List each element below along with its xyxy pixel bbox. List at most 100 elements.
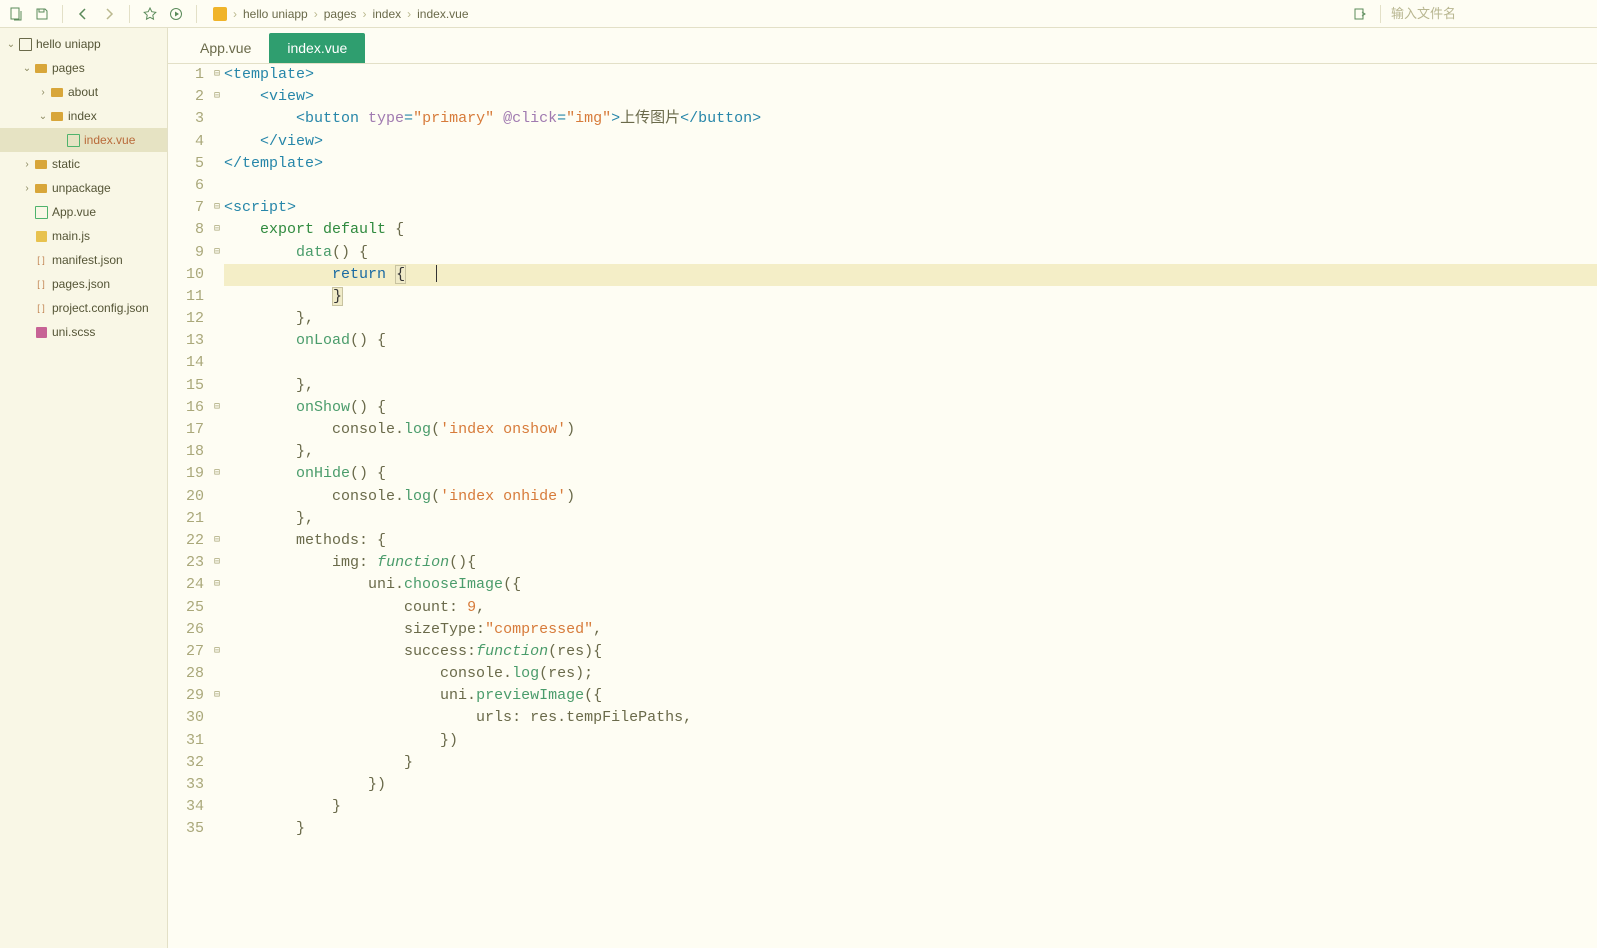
code-line[interactable]: }, [224, 441, 1597, 463]
code-line[interactable]: <button type="primary" @click="img">上传图片… [224, 108, 1597, 130]
breadcrumb-item[interactable]: hello uniapp [243, 7, 308, 21]
breadcrumb-item[interactable]: index [372, 7, 401, 21]
fold-toggle-icon[interactable]: ⊟ [210, 219, 224, 241]
code-line[interactable] [224, 352, 1597, 374]
fold-toggle-icon[interactable]: ⊟ [210, 641, 224, 663]
fold-toggle-icon[interactable]: ⊟ [210, 574, 224, 596]
code-line[interactable]: } [224, 796, 1597, 818]
code-line[interactable]: <template> [224, 64, 1597, 86]
code-line[interactable]: }, [224, 508, 1597, 530]
code-line[interactable]: onShow() { [224, 397, 1597, 419]
code-line[interactable]: uni.chooseImage({ [224, 574, 1597, 596]
code-line[interactable]: }, [224, 375, 1597, 397]
tree-item-hello-uniapp[interactable]: ⌄hello uniapp [0, 32, 167, 56]
code-line[interactable]: console.log(res); [224, 663, 1597, 685]
code-line[interactable]: count: 9, [224, 597, 1597, 619]
code-line[interactable]: img: function(){ [224, 552, 1597, 574]
tree-item-main-js[interactable]: main.js [0, 224, 167, 248]
chevron-right-icon[interactable]: › [20, 157, 34, 171]
fold-toggle-icon[interactable]: ⊟ [210, 197, 224, 219]
tree-item-static[interactable]: ›static [0, 152, 167, 176]
code-editor[interactable]: 1234567891011121314151617181920212223242… [168, 64, 1597, 948]
fold-placeholder [210, 752, 224, 774]
fold-toggle-icon[interactable]: ⊟ [210, 685, 224, 707]
fold-toggle-icon[interactable]: ⊟ [210, 530, 224, 552]
chevron-down-icon[interactable]: ⌄ [36, 109, 50, 123]
tree-item-manifest-json[interactable]: manifest.json [0, 248, 167, 272]
star-icon[interactable] [140, 4, 160, 24]
tree-item-index-vue[interactable]: index.vue [0, 128, 167, 152]
preview-icon[interactable] [1350, 4, 1370, 24]
caret-placeholder [20, 205, 34, 219]
code-line[interactable]: console.log('index onhide') [224, 486, 1597, 508]
chevron-right-icon[interactable]: › [36, 85, 50, 99]
breadcrumb-item[interactable]: index.vue [417, 7, 468, 21]
file-search-input[interactable] [1391, 6, 1591, 21]
fold-placeholder [210, 264, 224, 286]
fold-placeholder [210, 486, 224, 508]
chevron-down-icon[interactable]: ⌄ [20, 61, 34, 75]
run-icon[interactable] [166, 4, 186, 24]
code-line[interactable]: data() { [224, 242, 1597, 264]
code-line[interactable]: onLoad() { [224, 330, 1597, 352]
code-line[interactable]: export default { [224, 219, 1597, 241]
fold-placeholder [210, 730, 224, 752]
fold-gutter[interactable]: ⊟⊟⊟⊟⊟⊟⊟⊟⊟⊟⊟⊟ [210, 64, 224, 948]
fold-placeholder [210, 774, 224, 796]
caret-placeholder [20, 325, 34, 339]
fold-toggle-icon[interactable]: ⊟ [210, 86, 224, 108]
tree-item-index[interactable]: ⌄index [0, 104, 167, 128]
fold-placeholder [210, 619, 224, 641]
tree-item-project-config-json[interactable]: project.config.json [0, 296, 167, 320]
chevron-down-icon[interactable]: ⌄ [4, 37, 18, 51]
code-line[interactable]: }) [224, 774, 1597, 796]
code-line[interactable] [224, 175, 1597, 197]
code-line[interactable]: <script> [224, 197, 1597, 219]
code-line[interactable]: <view> [224, 86, 1597, 108]
breadcrumb-item[interactable]: pages [324, 7, 357, 21]
line-number: 7 [168, 197, 206, 219]
fold-toggle-icon[interactable]: ⊟ [210, 64, 224, 86]
toolbar: › hello uniapp › pages › index › index.v… [0, 0, 1597, 28]
tab-App-vue[interactable]: App.vue [182, 33, 269, 63]
tree-item-about[interactable]: ›about [0, 80, 167, 104]
fold-toggle-icon[interactable]: ⊟ [210, 463, 224, 485]
code-line[interactable]: sizeType:"compressed", [224, 619, 1597, 641]
chevron-right-icon[interactable]: › [20, 181, 34, 195]
tree-item-pages[interactable]: ⌄pages [0, 56, 167, 80]
line-number: 22 [168, 530, 206, 552]
tree-item-unpackage[interactable]: ›unpackage [0, 176, 167, 200]
code-line[interactable]: return { [224, 264, 1597, 286]
code-line[interactable]: } [224, 752, 1597, 774]
code-line[interactable]: }) [224, 730, 1597, 752]
fold-placeholder [210, 441, 224, 463]
code-line[interactable]: methods: { [224, 530, 1597, 552]
tree-item-uni-scss[interactable]: uni.scss [0, 320, 167, 344]
code-content[interactable]: <template> <view> <button type="primary"… [224, 64, 1597, 948]
fold-toggle-icon[interactable]: ⊟ [210, 242, 224, 264]
vue-icon [66, 133, 80, 147]
file-explorer[interactable]: ⌄hello uniapp⌄pages›about⌄indexindex.vue… [0, 28, 168, 948]
code-line[interactable]: success:function(res){ [224, 641, 1597, 663]
nav-back-icon[interactable] [73, 4, 93, 24]
fold-placeholder [210, 131, 224, 153]
fold-toggle-icon[interactable]: ⊟ [210, 552, 224, 574]
tree-item-App-vue[interactable]: App.vue [0, 200, 167, 224]
code-line[interactable]: } [224, 286, 1597, 308]
new-file-icon[interactable] [6, 4, 26, 24]
tab-index-vue[interactable]: index.vue [269, 33, 365, 63]
tree-item-pages-json[interactable]: pages.json [0, 272, 167, 296]
fold-toggle-icon[interactable]: ⊟ [210, 397, 224, 419]
breadcrumb: › hello uniapp › pages › index › index.v… [213, 7, 469, 21]
code-line[interactable]: </template> [224, 153, 1597, 175]
save-icon[interactable] [32, 4, 52, 24]
code-line[interactable]: uni.previewImage({ [224, 685, 1597, 707]
line-number: 1 [168, 64, 206, 86]
code-line[interactable]: } [224, 818, 1597, 840]
code-line[interactable]: console.log('index onshow') [224, 419, 1597, 441]
code-line[interactable]: </view> [224, 131, 1597, 153]
code-line[interactable]: onHide() { [224, 463, 1597, 485]
code-line[interactable]: urls: res.tempFilePaths, [224, 707, 1597, 729]
code-line[interactable]: }, [224, 308, 1597, 330]
line-number: 5 [168, 153, 206, 175]
